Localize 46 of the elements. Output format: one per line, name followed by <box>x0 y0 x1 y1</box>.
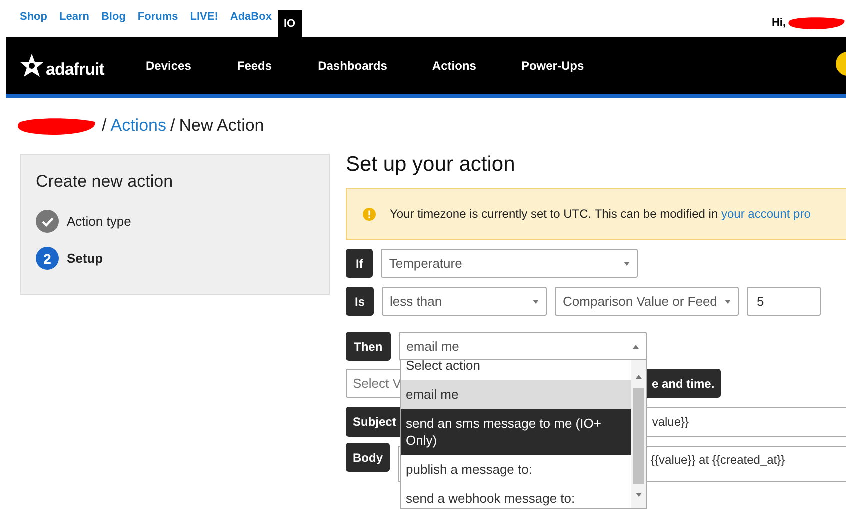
operator-select[interactable]: less than <box>382 287 548 316</box>
top-nav-link[interactable]: Blog <box>95 11 132 23</box>
greeting: Hi, <box>772 16 786 28</box>
top-nav-link[interactable]: Shop <box>14 11 54 23</box>
body-label: Body <box>346 443 390 472</box>
caret-icon <box>624 262 630 266</box>
nav-link[interactable]: Actions <box>432 58 476 72</box>
caret-icon <box>725 300 732 304</box>
is-label: Is <box>346 287 374 316</box>
account-link[interactable]: your account pro <box>721 207 811 221</box>
breadcrumb-link[interactable]: Actions <box>110 116 166 136</box>
dropdown-option[interactable]: email me <box>401 380 631 409</box>
step-number: 2 <box>36 247 59 270</box>
time-button[interactable]: e and time. <box>646 369 721 398</box>
breadcrumb-current: New Action <box>179 116 264 136</box>
caret-icon <box>632 344 639 348</box>
feed-select[interactable]: Temperature <box>381 249 638 278</box>
top-nav-link[interactable]: LIVE! <box>184 11 224 23</box>
nav-link[interactable]: Power-Ups <box>521 58 584 72</box>
step-label: Setup <box>67 251 104 266</box>
breadcrumb-separator: / <box>102 116 107 136</box>
nav-link[interactable]: Dashboards <box>318 58 388 72</box>
threshold-input[interactable]: 5 <box>747 287 822 316</box>
if-label: If <box>346 249 374 278</box>
panel-title: Create new action <box>36 172 174 192</box>
warning-icon <box>363 208 376 220</box>
comparison-select[interactable]: Comparison Value or Feed <box>555 287 740 316</box>
then-label: Then <box>346 332 391 361</box>
breadcrumb-separator: / <box>170 116 176 136</box>
form-title: Set up your action <box>346 153 516 177</box>
top-nav-link[interactable]: IO <box>278 10 302 37</box>
caret-icon <box>636 375 642 379</box>
logo-text[interactable]: adafruit <box>46 60 104 80</box>
top-nav-link[interactable]: Forums <box>132 11 184 23</box>
caret-icon <box>533 300 540 304</box>
dropdown-option[interactable]: send an sms message to me (IO+ Only) <box>401 409 631 455</box>
scrollbar[interactable] <box>631 360 646 508</box>
notice-text: Your timezone is currently set to UTC. This can be modified in your account pro <box>390 207 811 221</box>
star-logo-icon <box>19 52 45 78</box>
nav-link[interactable]: Devices <box>146 58 192 72</box>
action-select[interactable]: email me <box>398 332 647 361</box>
caret-icon <box>636 493 642 497</box>
nav-link[interactable]: Feeds <box>237 58 272 72</box>
top-nav-link[interactable]: AdaBox <box>224 11 278 23</box>
step-label: Action type <box>67 214 132 229</box>
top-nav-link[interactable]: Learn <box>54 11 96 23</box>
